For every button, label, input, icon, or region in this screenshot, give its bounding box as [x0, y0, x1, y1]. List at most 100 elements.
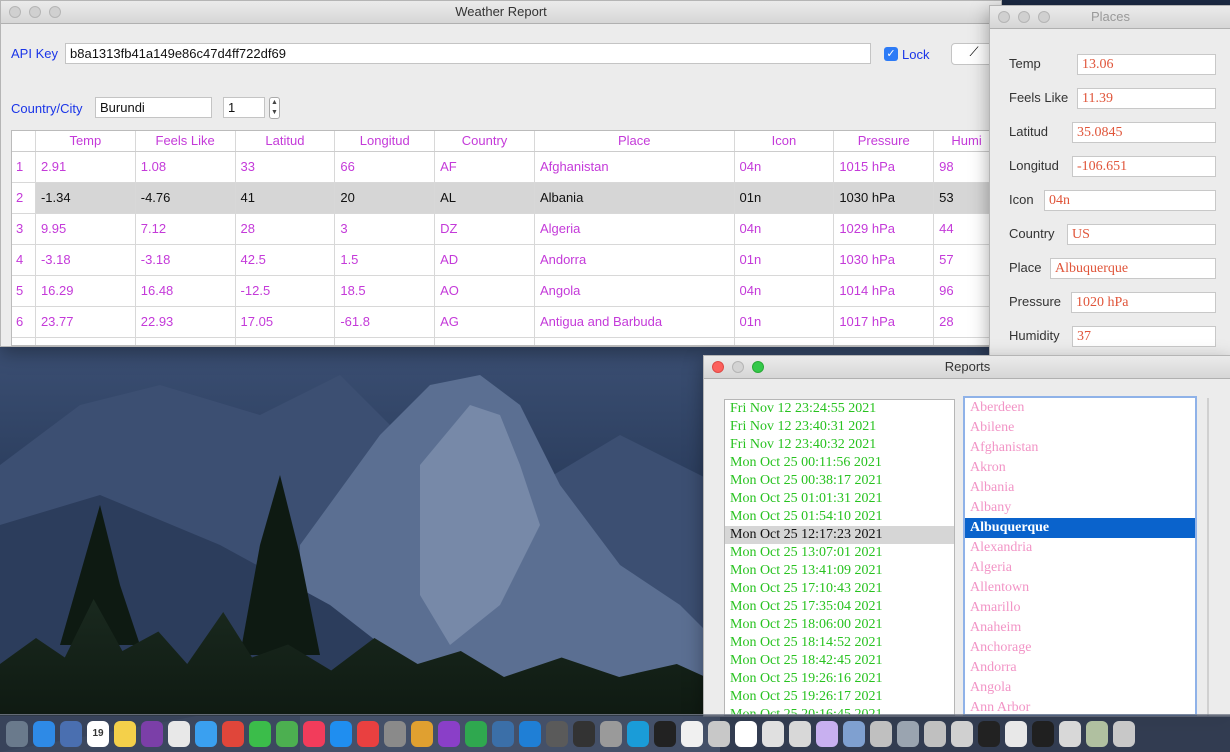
country-city-input[interactable]: Burundi — [95, 97, 212, 118]
list-item[interactable]: Albany — [965, 498, 1195, 518]
list-item[interactable]: Mon Oct 25 19:26:16 2021 — [725, 670, 954, 688]
list-item[interactable]: Amarillo — [965, 598, 1195, 618]
list-item[interactable]: Alexandria — [965, 538, 1195, 558]
list-item[interactable]: Mon Oct 25 01:54:10 2021 — [725, 508, 954, 526]
vs-icon[interactable] — [438, 720, 460, 747]
list-item[interactable]: Mon Oct 25 00:11:56 2021 — [725, 454, 954, 472]
list-item[interactable]: Afghanistan — [965, 438, 1195, 458]
window-icon[interactable] — [924, 720, 946, 747]
list-item[interactable]: Andorra — [965, 658, 1195, 678]
zoom-button[interactable] — [752, 361, 764, 373]
column-header[interactable]: Latitud — [236, 131, 336, 151]
window-icon[interactable] — [951, 720, 973, 747]
column-header[interactable]: Temp — [36, 131, 136, 151]
list-item[interactable]: Akron — [965, 458, 1195, 478]
column-header[interactable]: Feels Like — [136, 131, 236, 151]
weather-table[interactable]: Temp Feels Like Latitud Longitud Country Plac… — [11, 130, 1001, 346]
api-key-input[interactable]: b8a1313fb41a149e86c47d4ff722df69 — [65, 43, 871, 64]
list-item[interactable]: Fri Nov 12 23:24:55 2021 — [725, 400, 954, 418]
count-stepper[interactable]: ▲ ▼ — [269, 97, 280, 119]
count-input[interactable]: 1 — [223, 97, 265, 118]
skype-icon[interactable] — [627, 720, 649, 747]
preview-icon[interactable] — [60, 720, 82, 747]
zoom-button[interactable] — [49, 6, 61, 18]
column-header[interactable]: Longitud — [335, 131, 436, 151]
field-value[interactable]: 1020 hPa — [1071, 292, 1216, 313]
list-item[interactable]: Algeria — [965, 558, 1195, 578]
list-item[interactable]: Fri Nov 12 23:40:31 2021 — [725, 418, 954, 436]
report-dates-list[interactable]: Fri Nov 12 23:24:55 2021 Fri Nov 12 23:40… — [724, 399, 955, 716]
places-titlebar[interactable]: Places — [990, 6, 1230, 29]
list-item[interactable]: Abilene — [965, 418, 1195, 438]
app-icon[interactable] — [546, 720, 568, 747]
window-icon[interactable] — [1059, 720, 1081, 747]
notes-icon[interactable] — [114, 720, 136, 747]
list-item[interactable]: Mon Oct 25 17:35:04 2021 — [725, 598, 954, 616]
window-icon[interactable] — [1005, 720, 1027, 747]
terminal-icon[interactable] — [654, 720, 676, 747]
calendar-icon[interactable]: 19 — [87, 720, 109, 747]
column-header[interactable]: Pressure — [834, 131, 935, 151]
field-value[interactable]: 04n — [1044, 190, 1216, 211]
window-icon[interactable] — [897, 720, 919, 747]
app-icon[interactable] — [789, 720, 811, 747]
window-icon[interactable] — [1032, 720, 1054, 747]
popcorn-icon[interactable] — [222, 720, 244, 747]
trash-icon[interactable] — [1113, 720, 1135, 747]
files-icon[interactable] — [762, 720, 784, 747]
reports-titlebar[interactable]: Reports — [704, 356, 1230, 379]
column-header[interactable]: Icon — [735, 131, 835, 151]
list-item[interactable]: Mon Oct 25 18:14:52 2021 — [725, 634, 954, 652]
photos-icon[interactable] — [168, 720, 190, 747]
maps-icon[interactable] — [276, 720, 298, 747]
cities-list[interactable]: Aberdeen Abilene Afghanistan Akron Albania Al… — [963, 396, 1197, 716]
table-row[interactable]: 2 -1.34 -4.76 41 20 AL Albania 01n 1030 hPa 53 — [12, 183, 1000, 214]
field-value[interactable]: -106.651 — [1072, 156, 1216, 177]
qt-icon[interactable] — [465, 720, 487, 747]
scrollbar[interactable] — [1207, 398, 1209, 716]
vscode-icon[interactable] — [519, 720, 541, 747]
field-value[interactable]: US — [1067, 224, 1216, 245]
mysql-icon[interactable] — [492, 720, 514, 747]
weather-titlebar[interactable]: Weather Report — [1, 1, 1001, 24]
lock-checkbox[interactable]: ✓ — [884, 47, 898, 61]
list-item[interactable]: Anaheim — [965, 618, 1195, 638]
list-item[interactable]: Mon Oct 25 19:26:17 2021 — [725, 688, 954, 706]
messages-icon[interactable] — [195, 720, 217, 747]
table-row[interactable]: 1 2.91 1.08 33 66 AF Afghanistan 04n 1015 hPa 98 — [12, 152, 1000, 183]
list-item[interactable]: Mon Oct 25 12:17:23 2021 — [725, 526, 954, 544]
table-row[interactable]: 714.7414.7-34-64ARArgentina04n1017 hPa92 — [12, 338, 1000, 345]
list-item[interactable]: Albania — [965, 478, 1195, 498]
close-button[interactable] — [712, 361, 724, 373]
facetime-icon[interactable] — [249, 720, 271, 747]
field-value[interactable]: 13.06 — [1077, 54, 1216, 75]
table-row[interactable]: 3 9.95 7.12 28 3 DZ Algeria 04n 1029 hPa 44 — [12, 214, 1000, 245]
close-button[interactable] — [9, 6, 21, 18]
table-row[interactable]: 4 -3.18 -3.18 42.5 1.5 AD Andorra 01n 1030 hPa 57 — [12, 245, 1000, 276]
column-header[interactable]: Place — [535, 131, 735, 151]
field-value[interactable]: Albuquerque — [1050, 258, 1216, 279]
zoom-button[interactable] — [1038, 11, 1050, 23]
window-icon[interactable] — [978, 720, 1000, 747]
field-value[interactable]: 35.0845 — [1072, 122, 1216, 143]
list-item[interactable]: Mon Oct 25 13:07:01 2021 — [725, 544, 954, 562]
window-icon[interactable] — [870, 720, 892, 747]
launchpad-icon[interactable] — [6, 720, 28, 747]
finder-icon[interactable] — [681, 720, 703, 747]
onenote-icon[interactable] — [141, 720, 163, 747]
list-item[interactable]: Allentown — [965, 578, 1195, 598]
terminal-icon[interactable] — [573, 720, 595, 747]
appstore-icon[interactable] — [330, 720, 352, 747]
app-icon[interactable] — [735, 720, 757, 747]
list-item[interactable]: Mon Oct 25 13:41:09 2021 — [725, 562, 954, 580]
list-item[interactable]: Angola — [965, 678, 1195, 698]
table-row[interactable]: 5 16.29 16.48 -12.5 18.5 AO Angola 04n 1014 hPa 9… — [12, 276, 1000, 307]
list-item[interactable]: Mon Oct 25 17:10:43 2021 — [725, 580, 954, 598]
list-item[interactable]: Anchorage — [965, 638, 1195, 658]
list-item[interactable]: Aberdeen — [965, 398, 1195, 418]
app-icon[interactable] — [816, 720, 838, 747]
list-item[interactable]: Mon Oct 25 18:42:45 2021 — [725, 652, 954, 670]
field-value[interactable]: 11.39 — [1077, 88, 1216, 109]
close-button[interactable] — [998, 11, 1010, 23]
column-header[interactable]: Country — [435, 131, 535, 151]
